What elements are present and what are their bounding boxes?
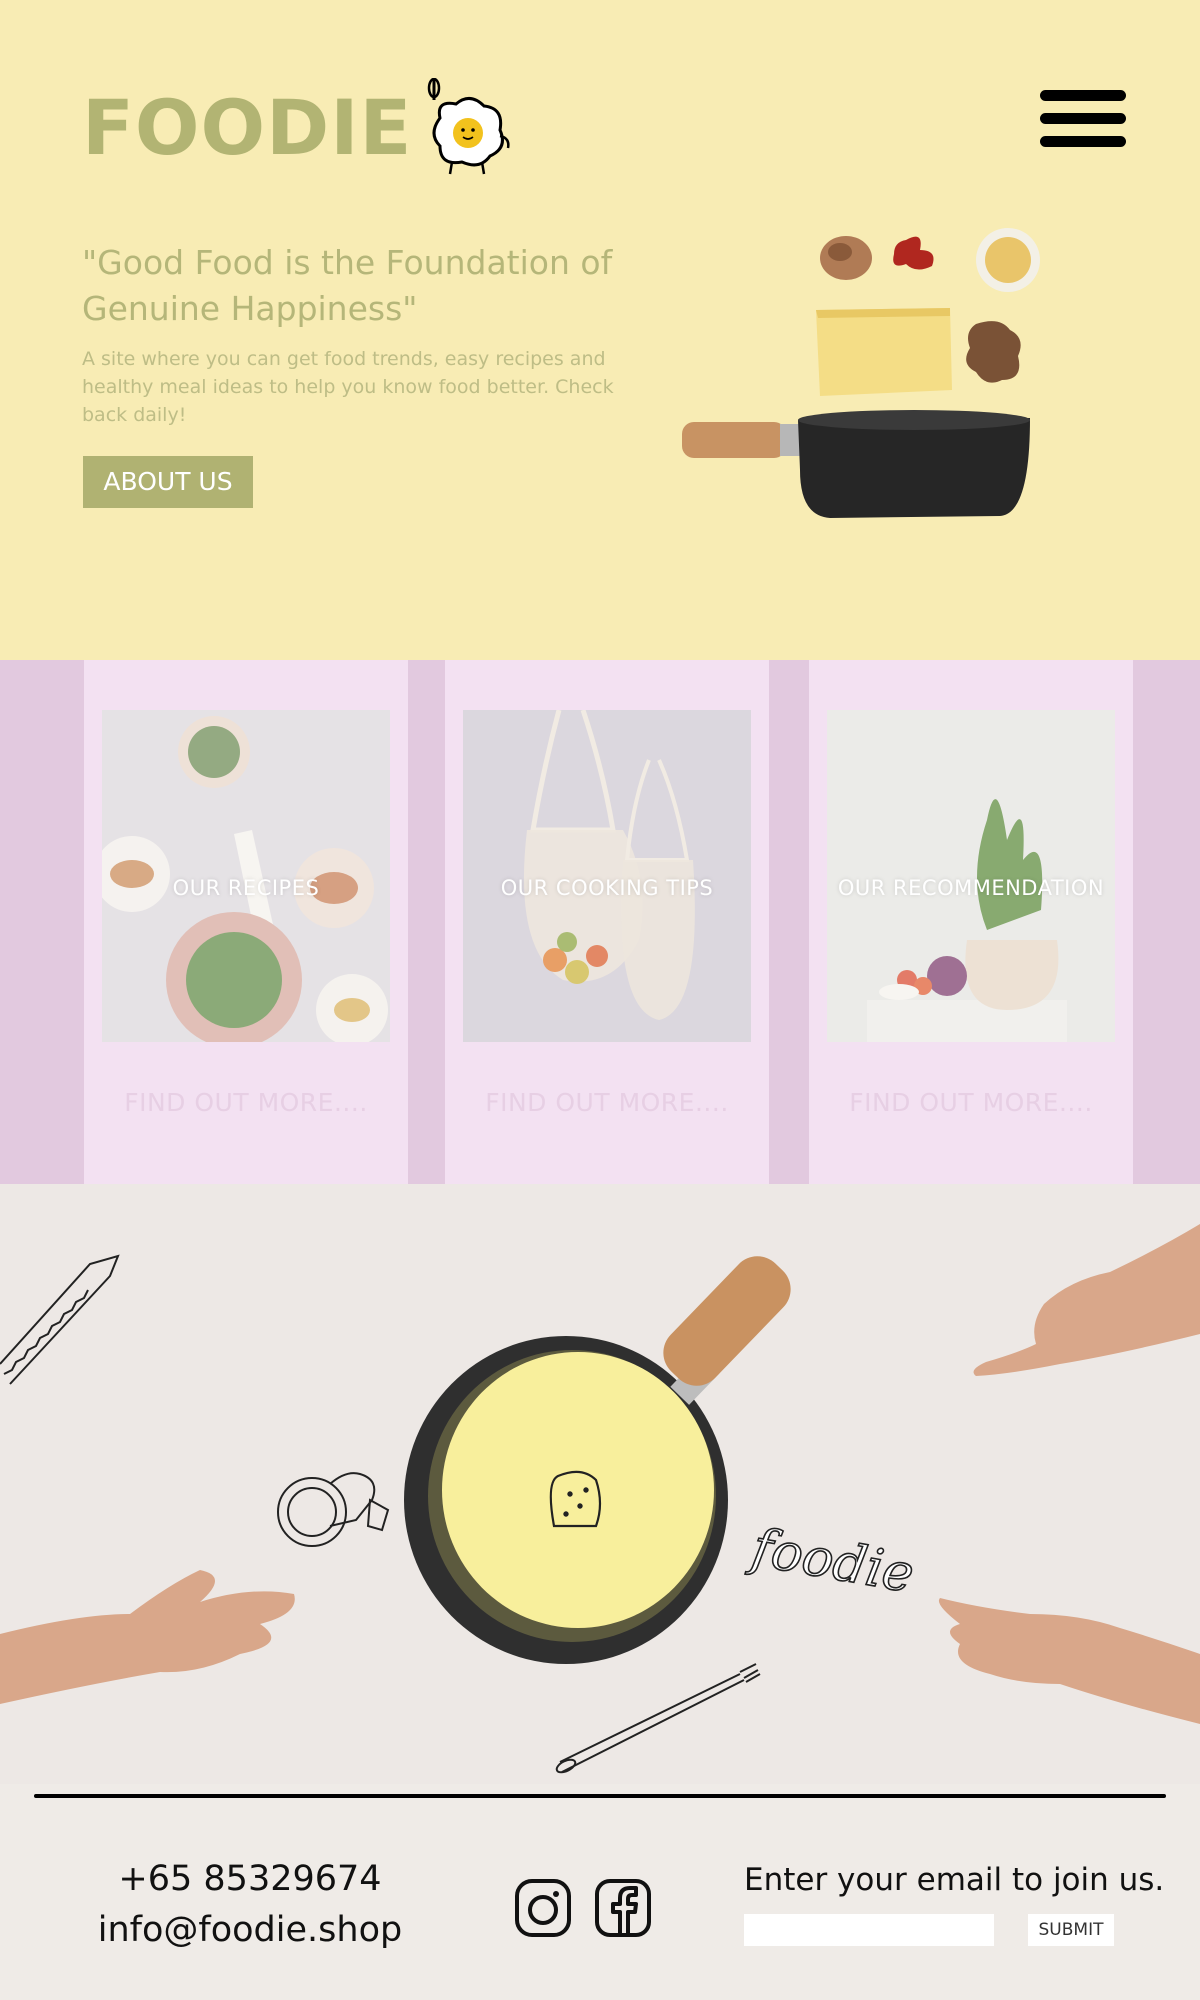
feature-banner: foodie bbox=[0, 1184, 1200, 1784]
fried-egg-mascot-icon bbox=[428, 78, 510, 175]
about-us-button[interactable]: ABOUT US bbox=[83, 456, 253, 508]
card-label: OUR RECOMMENDATION bbox=[837, 876, 1105, 900]
spices-icon bbox=[820, 236, 872, 280]
footer-divider bbox=[34, 1794, 1166, 1798]
oil-bowl-icon bbox=[976, 228, 1040, 292]
card-label: OUR COOKING TIPS bbox=[500, 876, 714, 900]
find-out-more-link[interactable]: FIND OUT MORE.... bbox=[809, 1088, 1133, 1117]
category-cards-section: OUR RECIPES FIND OUT MORE.... OUR COOKIN… bbox=[0, 660, 1200, 1184]
hero-description: A site where you can get food trends, ea… bbox=[82, 348, 614, 426]
find-out-more-link[interactable]: FIND OUT MORE.... bbox=[445, 1088, 769, 1117]
card-recommendation[interactable]: OUR RECOMMENDATION FIND OUT MORE.... bbox=[809, 660, 1133, 1184]
butter-block-icon bbox=[816, 308, 952, 396]
hand-bottom-left bbox=[0, 1570, 295, 1704]
social-links bbox=[514, 1878, 652, 1938]
feature-illustration: foodie bbox=[0, 1224, 1200, 1774]
submit-button[interactable]: SUBMIT bbox=[1028, 1914, 1114, 1946]
cooking-tips-photo: OUR COOKING TIPS bbox=[463, 710, 751, 1042]
find-out-more-link[interactable]: FIND OUT MORE.... bbox=[84, 1088, 408, 1117]
mug-sketch-icon bbox=[277, 1472, 390, 1547]
card-recipes[interactable]: OUR RECIPES FIND OUT MORE.... bbox=[84, 660, 408, 1184]
mushroom-icon bbox=[966, 321, 1021, 383]
card-label: OUR RECIPES bbox=[172, 876, 320, 900]
foodie-script-text: foodie bbox=[744, 1517, 918, 1605]
phone-number: +65 85329674 bbox=[118, 1859, 382, 1899]
knife-sketch-icon bbox=[0, 1254, 120, 1385]
hero-ingredients-pan-illustration bbox=[682, 228, 1040, 518]
email-address: info@foodie.shop bbox=[97, 1910, 403, 1950]
card-cooking-tips[interactable]: OUR COOKING TIPS FIND OUT MORE.... bbox=[445, 660, 769, 1184]
logo[interactable]: FOODIE bbox=[82, 78, 512, 178]
hero-section: FOODIE "Good Food is the Foundation of G… bbox=[0, 0, 1200, 660]
recommendation-photo: OUR RECOMMENDATION bbox=[827, 710, 1115, 1042]
facebook-icon[interactable] bbox=[594, 1878, 652, 1938]
hamburger-menu-icon[interactable] bbox=[1040, 90, 1126, 156]
hero-quote: "Good Food is the Foundation of Genuine … bbox=[82, 243, 613, 328]
signup-label: Enter your email to join us. bbox=[744, 1862, 1165, 1898]
instagram-icon[interactable] bbox=[514, 1878, 572, 1938]
chili-icon bbox=[893, 236, 934, 270]
hand-bottom-right bbox=[938, 1598, 1200, 1724]
email-field[interactable] bbox=[744, 1914, 994, 1946]
fork-sketch-icon bbox=[555, 1663, 761, 1774]
saucepan-icon bbox=[682, 410, 1030, 518]
contact-info: +65 85329674 info@foodie.shop bbox=[80, 1854, 420, 1956]
recipes-photo: OUR RECIPES bbox=[102, 710, 390, 1042]
logo-text: FOODIE bbox=[82, 83, 413, 172]
hand-top-right bbox=[973, 1224, 1200, 1376]
cheese-pan-illustration bbox=[404, 1256, 791, 1664]
